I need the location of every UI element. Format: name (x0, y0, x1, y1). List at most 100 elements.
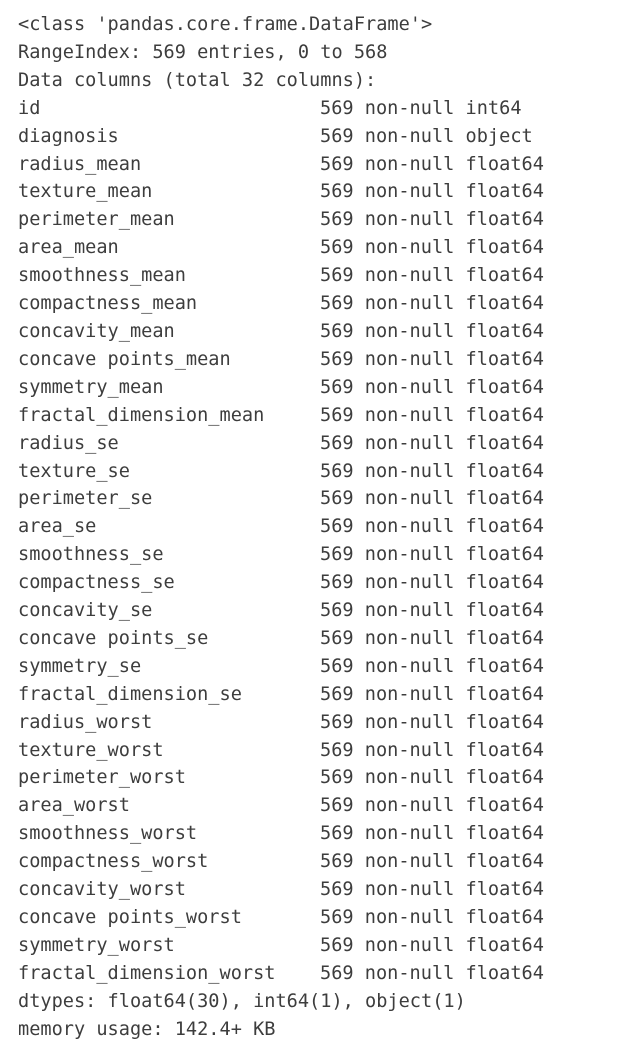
column-detail: 569 non-null float64 (320, 461, 544, 482)
column-row: smoothness_se 569 non-null float64 (18, 541, 641, 569)
column-name: radius_mean (18, 153, 142, 175)
column-row: symmetry_mean 569 non-null float64 (18, 374, 641, 402)
column-non-null-count: 569 non-null (320, 934, 455, 956)
column-row: concave points_worst 569 non-null float64 (18, 904, 641, 932)
column-non-null-count: 569 non-null (320, 627, 455, 649)
column-row: texture_se 569 non-null float64 (18, 458, 641, 486)
column-row: radius_mean 569 non-null float64 (18, 151, 641, 179)
column-dtype: float64 (465, 767, 544, 789)
column-non-null-count: 569 non-null (320, 823, 455, 845)
column-detail: 569 non-null float64 (320, 433, 544, 454)
column-row: radius_worst 569 non-null float64 (18, 709, 641, 737)
column-name: symmetry_se (18, 655, 142, 677)
column-non-null-count: 569 non-null (320, 125, 455, 147)
column-detail: 569 non-null float64 (320, 600, 544, 621)
column-detail: 569 non-null float64 (320, 377, 544, 398)
column-name: area_se (18, 516, 97, 538)
column-name: perimeter_se (18, 488, 153, 510)
column-detail: 569 non-null int64 (320, 98, 522, 119)
column-non-null-count: 569 non-null (320, 851, 455, 873)
column-name: perimeter_mean (18, 209, 175, 231)
column-name: texture_se (18, 460, 130, 482)
column-detail: 569 non-null float64 (320, 488, 544, 509)
column-non-null-count: 569 non-null (320, 488, 455, 510)
column-row: smoothness_worst 569 non-null float64 (18, 820, 641, 848)
column-dtype: float64 (465, 488, 544, 510)
column-name: concavity_worst (18, 879, 186, 901)
column-name: symmetry_worst (18, 934, 175, 956)
column-dtype: float64 (465, 907, 544, 928)
column-non-null-count: 569 non-null (320, 767, 455, 789)
column-dtype: float64 (465, 376, 544, 398)
column-detail: 569 non-null float64 (320, 154, 544, 175)
column-name: texture_worst (18, 739, 164, 761)
column-detail: 569 non-null float64 (320, 209, 544, 230)
column-non-null-count: 569 non-null (320, 711, 455, 733)
column-name: smoothness_se (18, 544, 164, 566)
column-dtype: float64 (465, 432, 544, 454)
column-name: fractal_dimension_se (18, 683, 242, 705)
column-detail: 569 non-null float64 (320, 712, 544, 733)
data-columns-line: Data columns (total 32 columns): (18, 69, 377, 91)
column-non-null-count: 569 non-null (320, 516, 455, 538)
column-name: perimeter_worst (18, 767, 186, 789)
column-dtype: int64 (465, 97, 522, 119)
column-dtype: float64 (465, 544, 544, 566)
column-dtype: float64 (465, 627, 544, 649)
column-dtype: float64 (465, 851, 544, 873)
column-detail: 569 non-null float64 (320, 767, 544, 788)
column-detail: 569 non-null float64 (320, 265, 544, 286)
column-dtype: object (465, 125, 533, 147)
column-name: compactness_worst (18, 851, 209, 873)
column-name: concavity_se (18, 600, 153, 622)
column-name: fractal_dimension_mean (18, 404, 265, 426)
column-name: compactness_se (18, 572, 175, 594)
dataframe-info-output: <class 'pandas.core.frame.DataFrame'> Ra… (0, 0, 641, 1062)
column-row: area_worst 569 non-null float64 (18, 792, 641, 820)
column-row: concave points_se 569 non-null float64 (18, 625, 641, 653)
column-dtype: float64 (465, 348, 544, 370)
column-row: symmetry_se 569 non-null float64 (18, 653, 641, 681)
column-name: diagnosis (18, 125, 119, 147)
column-non-null-count: 569 non-null (320, 293, 455, 315)
column-detail: 569 non-null float64 (320, 181, 544, 202)
column-name: concavity_mean (18, 320, 175, 342)
column-dtype: float64 (465, 460, 544, 482)
column-dtype: float64 (465, 237, 544, 259)
column-name: area_worst (18, 795, 130, 817)
column-name: concave points_mean (18, 348, 231, 370)
column-dtype: float64 (465, 711, 544, 733)
column-dtype: float64 (465, 516, 544, 538)
column-row: compactness_se 569 non-null float64 (18, 569, 641, 597)
column-row: fractal_dimension_mean 569 non-null float… (18, 402, 641, 430)
column-row: area_mean 569 non-null float64 (18, 234, 641, 262)
column-dtype: float64 (465, 293, 544, 315)
column-non-null-count: 569 non-null (320, 404, 455, 426)
column-row: perimeter_worst 569 non-null float64 (18, 764, 641, 792)
column-non-null-count: 569 non-null (320, 376, 455, 398)
column-non-null-count: 569 non-null (320, 572, 455, 594)
column-dtype: float64 (465, 181, 544, 203)
column-detail: 569 non-null float64 (320, 237, 544, 258)
column-detail: 569 non-null float64 (320, 656, 544, 677)
column-name: id (18, 97, 41, 119)
column-non-null-count: 569 non-null (320, 544, 455, 566)
column-list: id 569 non-null int64 diagnosis 569 non-nul… (18, 95, 641, 988)
column-non-null-count: 569 non-null (320, 432, 455, 454)
column-detail: 569 non-null float64 (320, 628, 544, 649)
column-name: area_mean (18, 237, 119, 259)
column-detail: 569 non-null float64 (320, 405, 544, 426)
column-detail: 569 non-null float64 (320, 823, 544, 844)
column-dtype: float64 (465, 404, 544, 426)
column-non-null-count: 569 non-null (320, 907, 455, 928)
column-dtype: float64 (465, 153, 544, 175)
column-non-null-count: 569 non-null (320, 739, 455, 761)
column-dtype: float64 (465, 739, 544, 761)
column-non-null-count: 569 non-null (320, 320, 455, 342)
column-row: id 569 non-null int64 (18, 95, 641, 123)
column-row: texture_worst 569 non-null float64 (18, 737, 641, 765)
dtypes-line: dtypes: float64(30), int64(1), object(1) (18, 990, 466, 1012)
column-dtype: float64 (465, 934, 544, 956)
column-name: smoothness_mean (18, 265, 186, 287)
column-dtype: float64 (465, 572, 544, 594)
